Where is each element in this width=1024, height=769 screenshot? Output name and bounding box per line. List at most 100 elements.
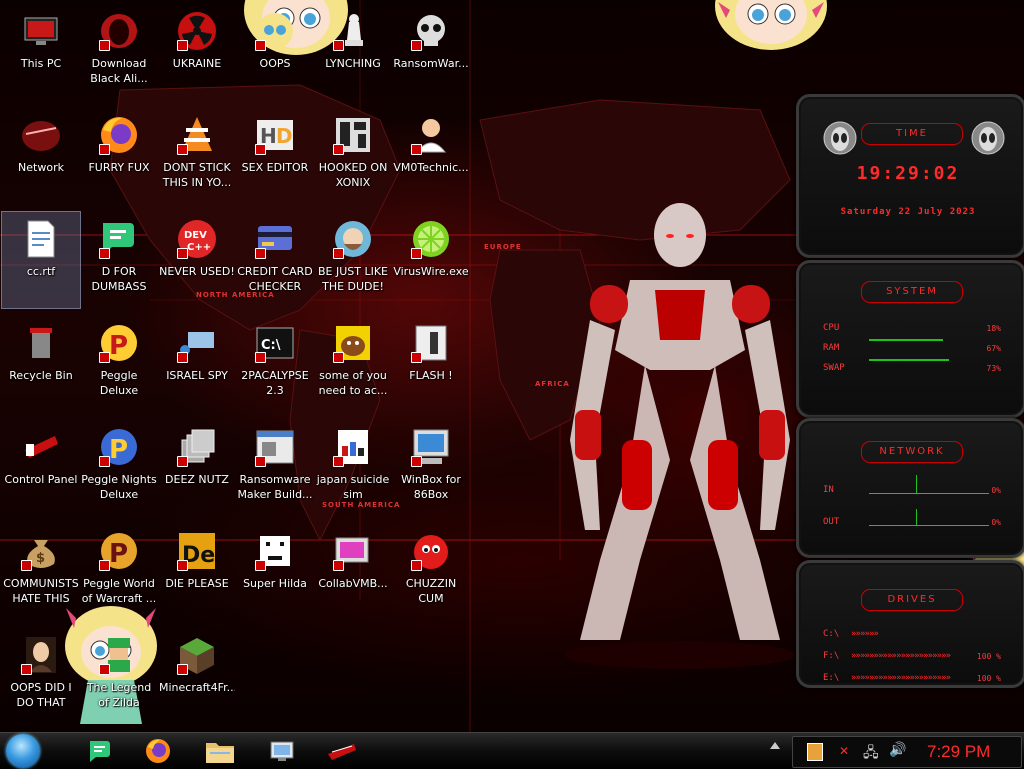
desktop-icon-2pacalypse-2-3[interactable]: C:\ 2PACALYPSE 2.3 xyxy=(236,316,314,412)
taskbar-control-panel-button[interactable] xyxy=(258,735,306,767)
taskbar-clock[interactable]: 7:29 PM xyxy=(927,742,990,762)
desktop-icon-label: Peggle Nights Deluxe xyxy=(81,473,157,501)
taskbar-firefox-button[interactable] xyxy=(134,735,182,767)
desktop-icon-label: BE JUST LIKE THE DUDE! xyxy=(317,265,389,293)
shortcut-arrow-icon xyxy=(255,352,266,363)
desktop-icon-label: some of you need to ac... xyxy=(318,369,388,397)
desktop-icon-label: VM0Technic... xyxy=(393,161,469,174)
desktop-icon-recycle-bin[interactable]: Recycle Bin xyxy=(2,316,80,412)
desktop-icon-ransomwar[interactable]: RansomWar... xyxy=(392,4,470,100)
desktop-icon-label: Peggle Deluxe xyxy=(99,369,139,397)
desktop-icon-ukraine[interactable]: UKRAINE xyxy=(158,4,236,100)
desktop-icon-ransomware-maker-build[interactable]: Ransomware Maker Build... xyxy=(236,420,314,516)
desktop-icon-label: DONT STICK THIS IN YO... xyxy=(162,161,232,189)
window-app-icon xyxy=(254,426,296,468)
desktop-icon-peggle-nights-deluxe[interactable]: P Peggle Nights Deluxe xyxy=(80,420,158,516)
desktop-icon-collabvmb[interactable]: CollabVMB... xyxy=(314,524,392,620)
desktop[interactable]: NORTH AMERICA SOUTH AMERICA EUROPE AFRIC… xyxy=(0,0,1024,732)
show-hidden-icons-icon[interactable] xyxy=(770,742,780,749)
desktop-icon-communists-hate-this-g[interactable]: $ COMMUNISTS HATE THIS G... xyxy=(2,524,80,620)
desktop-icon-label: Ransomware Maker Build... xyxy=(237,473,313,501)
shortcut-arrow-icon xyxy=(333,248,344,259)
desktop-icon-peggle-world-of-warcraft[interactable]: P Peggle World of Warcraft ... xyxy=(80,524,158,620)
vlc-icon xyxy=(176,114,218,156)
network-widget[interactable]: NETWORK IN 0% OUT 0% xyxy=(796,418,1024,558)
firefox-icon xyxy=(98,114,140,156)
swap-label: SWAP xyxy=(823,363,845,373)
desktop-icon-furry-fux[interactable]: FURRY FUX xyxy=(80,108,158,204)
desktop-icon-japan-suicide-sim[interactable]: japan suicide sim xyxy=(314,420,392,516)
firefox-icon xyxy=(146,739,170,763)
desktop-icon-super-hilda[interactable]: Super Hilda xyxy=(236,524,314,620)
volume-muted-icon[interactable]: ✕ xyxy=(839,744,849,758)
desktop-icon-label: cc.rtf xyxy=(26,265,56,278)
desktop-icon-cc-rtf[interactable]: cc.rtf xyxy=(1,211,81,309)
desktop-icon-download-black-ali[interactable]: Download Black Ali... xyxy=(80,4,158,100)
devcpp-icon: DEV C++ xyxy=(176,218,218,260)
start-button[interactable] xyxy=(6,734,40,768)
desktop-icon-hooked-on-xonix[interactable]: HOOKED ON XONIX xyxy=(314,108,392,204)
desktop-icon-never-used[interactable]: DEV C++ NEVER USED! xyxy=(158,212,236,308)
sim-icon xyxy=(332,426,374,468)
system-tray: ✕ 🖧 🔊 7:29 PM xyxy=(792,736,1022,768)
desktop-icon-peggle-deluxe[interactable]: P Peggle Deluxe xyxy=(80,316,158,412)
desktop-icon-control-panel[interactable]: Control Panel xyxy=(2,420,80,516)
dude-icon xyxy=(332,218,374,260)
xonix-icon xyxy=(332,114,374,156)
desktop-icon-oops[interactable]: OOPS xyxy=(236,4,314,100)
speaker-icon[interactable]: 🔊 xyxy=(889,742,906,758)
desktop-icon-label: Super Hilda xyxy=(243,577,307,590)
desktop-icon-israel-spy[interactable]: ISRAEL SPY xyxy=(158,316,236,412)
control-panel-icon xyxy=(20,426,62,468)
desktop-icon-d-for-dumbass[interactable]: D FOR DUMBASS xyxy=(80,212,158,308)
desktop-icon-chuzzin-cum[interactable]: CHUZZIN CUM xyxy=(392,524,470,620)
desktop-icon-label: Minecraft4Fr... xyxy=(159,681,235,694)
shortcut-arrow-icon xyxy=(99,144,110,155)
desktop-icon-credit-card-checker[interactable]: CREDIT CARD CHECKER xyxy=(236,212,314,308)
desktop-icon-label: Network xyxy=(18,161,64,174)
desktop-icon-vm0technic[interactable]: VM0Technic... xyxy=(392,108,470,204)
shortcut-arrow-icon xyxy=(411,144,422,155)
desktop-icon-network[interactable]: Network xyxy=(2,108,80,204)
desktop-icon-oops-did-i-do-that[interactable]: OOPS DID I DO THAT xyxy=(2,628,80,724)
drives-widget[interactable]: DRIVES C:\ »»»»»» F:\ »»»»»»»»»»»»»»»»»»… xyxy=(796,560,1024,688)
desktop-icon-some-of-you-need-to-ac[interactable]: some of you need to ac... xyxy=(314,316,392,412)
drive-e-label: E:\ xyxy=(823,673,840,683)
desktop-icon-dont-stick-this-in-yo[interactable]: DONT STICK THIS IN YO... xyxy=(158,108,236,204)
desktop-icon-winbox-for-86box[interactable]: WinBox for 86Box xyxy=(392,420,470,516)
desktop-icon-this-pc[interactable]: This PC xyxy=(2,4,80,100)
chat-icon xyxy=(90,741,110,762)
time-widget[interactable]: TIME 19:29:02 Saturday 22 July 2023 xyxy=(796,94,1024,258)
desktop-icon-viruswire-exe[interactable]: VirusWire.exe xyxy=(392,212,470,308)
drive-f-label: F:\ xyxy=(823,651,840,661)
network-widget-title: NETWORK xyxy=(861,441,963,463)
drive-e-value: 100 % xyxy=(976,674,1001,683)
network-tray-icon[interactable]: 🖧 xyxy=(863,742,879,766)
shortcut-arrow-icon xyxy=(177,248,188,259)
taskbar-chat-button[interactable] xyxy=(76,735,124,767)
desktop-icon-the-legend-of-zilda[interactable]: The Legend of Zilda xyxy=(80,628,158,724)
desktop-icon-sex-editor[interactable]: H D SEX EDITOR xyxy=(236,108,314,204)
desktop-icon-be-just-like-the-dude[interactable]: BE JUST LIKE THE DUDE! xyxy=(314,212,392,308)
desktop-icon-flash[interactable]: FLASH ! xyxy=(392,316,470,412)
taskbar-alienware-button[interactable] xyxy=(318,735,366,767)
desktop-icon-label: LYNCHING xyxy=(325,57,381,70)
desktop-icon-label: This PC xyxy=(20,57,62,70)
chat-icon xyxy=(98,218,140,260)
pixel-cat-icon xyxy=(254,530,296,572)
security-icon[interactable] xyxy=(807,743,823,761)
taskbar-explorer-button[interactable] xyxy=(196,735,244,767)
desktop-icon-label: OOPS xyxy=(259,57,291,70)
credit-card-icon xyxy=(254,218,296,260)
shortcut-arrow-icon xyxy=(99,456,110,467)
system-widget[interactable]: SYSTEM CPU 18% RAM 67% SWAP 73% xyxy=(796,260,1024,418)
desktop-icon-die-please[interactable]: De DIE PLEASE xyxy=(158,524,236,620)
desktop-icon-label: UKRAINE xyxy=(172,57,222,70)
system-widget-title: SYSTEM xyxy=(861,281,963,303)
desktop-icon-minecraft4fr[interactable]: Minecraft4Fr... xyxy=(158,628,236,724)
desktop-icon-lynching[interactable]: LYNCHING xyxy=(314,4,392,100)
desktop-icon-deez-nutz[interactable]: DEEZ NUTZ xyxy=(158,420,236,516)
ram-label: RAM xyxy=(823,343,840,353)
folder-icon xyxy=(206,743,234,763)
chess-icon xyxy=(332,10,374,52)
